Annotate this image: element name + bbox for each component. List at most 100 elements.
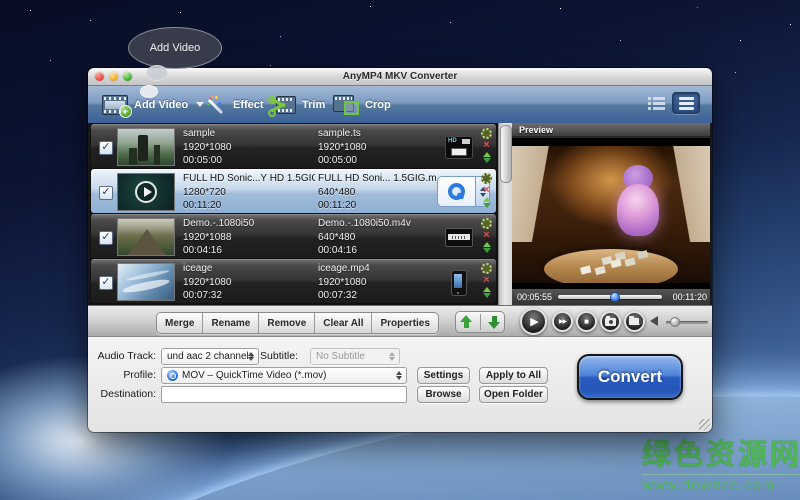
video-row-fullhd-selected[interactable]: ✓ FULL HD Sonic...Y HD 1.5GIG 1280*720 0… xyxy=(91,169,496,213)
fast-forward-button[interactable]: ▶▶ xyxy=(552,311,573,332)
source-duration: 00:04:16 xyxy=(183,244,315,258)
move-down-icon xyxy=(483,158,491,163)
output-duration: 00:04:16 xyxy=(318,244,436,258)
row-checkbox[interactable]: ✓ xyxy=(99,231,113,245)
stars xyxy=(30,10,31,11)
snapshot-button[interactable] xyxy=(600,311,621,332)
output-info: iceage.mp4 1920*1080 00:07:32 xyxy=(318,262,436,303)
row-checkbox[interactable]: ✓ xyxy=(99,276,113,290)
open-folder-button[interactable]: Open Folder xyxy=(479,386,548,403)
title-bar[interactable]: AnyMP4 MKV Converter xyxy=(88,68,712,86)
move-down-icon xyxy=(483,203,491,208)
convert-button[interactable]: Convert xyxy=(577,354,683,400)
resize-grip[interactable] xyxy=(699,419,710,430)
effect-label: Effect xyxy=(233,99,264,111)
content-area: ✓ sample 1920*1080 00:05:00 sample.ts 19… xyxy=(88,123,712,305)
volume-slider[interactable] xyxy=(666,321,708,324)
add-video-label: Add Video xyxy=(134,99,188,111)
subtitle-select[interactable]: No Subtitle xyxy=(310,348,400,365)
play-overlay-icon[interactable] xyxy=(135,181,157,203)
app-window: AnyMP4 MKV Converter + Add Video Effect … xyxy=(88,68,712,432)
reorder-buttons xyxy=(455,311,505,333)
list-scrollbar[interactable] xyxy=(498,123,512,305)
quicktime-icon xyxy=(437,176,476,207)
stop-button[interactable]: ■ xyxy=(576,311,597,332)
thumbnail-view-button[interactable] xyxy=(648,96,665,110)
add-video-icon: + xyxy=(102,95,128,115)
row-settings-gear-icon[interactable] xyxy=(481,218,492,229)
preview-timebar: 00:05:55 00:11:20 xyxy=(512,289,710,305)
clear-all-button[interactable]: Clear All xyxy=(315,313,372,333)
watermark-url: www.downcc.com xyxy=(642,474,800,494)
row-settings-gear-icon[interactable] xyxy=(481,263,492,274)
preview-panel-title: Preview xyxy=(512,123,710,137)
tooltip-label: Add Video xyxy=(150,42,201,54)
fast-forward-icon: ▶▶ xyxy=(559,318,566,325)
move-down-icon xyxy=(483,293,491,298)
settings-button[interactable]: Settings xyxy=(417,367,470,384)
settings-panel: Audio Track: und aac 2 channels Subtitle… xyxy=(88,337,712,432)
source-name: iceage xyxy=(183,262,315,276)
camera-icon xyxy=(605,318,616,326)
properties-button[interactable]: Properties xyxy=(372,313,437,333)
play-button[interactable]: ▶ xyxy=(520,308,547,335)
browse-button[interactable]: Browse xyxy=(417,386,470,403)
rename-button[interactable]: Rename xyxy=(203,313,259,333)
source-info: FULL HD Sonic...Y HD 1.5GIG 1280*720 00:… xyxy=(183,172,315,213)
effect-button[interactable]: Effect xyxy=(205,91,264,118)
move-down-icon xyxy=(483,248,491,253)
video-row-sample[interactable]: ✓ sample 1920*1080 00:05:00 sample.ts 19… xyxy=(91,124,496,168)
profile-select[interactable]: MOV – QuickTime Video (*.mov) xyxy=(161,367,407,384)
destination-input[interactable] xyxy=(161,386,407,403)
video-thumbnail xyxy=(117,128,175,166)
progress-knob[interactable] xyxy=(610,292,620,302)
row-reorder-arrows[interactable] xyxy=(483,287,491,298)
row-reorder-arrows[interactable] xyxy=(483,152,491,163)
merge-button[interactable]: Merge xyxy=(157,313,203,333)
row-reorder-arrows[interactable] xyxy=(483,197,491,208)
scrollbar-thumb[interactable] xyxy=(500,125,512,183)
source-info: Demo.-.1080i50 1920*1088 00:04:16 xyxy=(183,217,315,258)
play-icon: ▶ xyxy=(530,315,538,328)
watermark: 绿色资源网 www.downcc.com xyxy=(642,431,800,494)
profile-label: Profile: xyxy=(94,369,156,381)
row-remove-icon[interactable]: × xyxy=(483,184,489,196)
row-remove-icon[interactable]: × xyxy=(483,274,489,286)
row-checkbox[interactable]: ✓ xyxy=(99,141,113,155)
move-up-icon xyxy=(483,197,491,202)
progress-slider[interactable] xyxy=(558,295,662,299)
output-resolution: 1920*1080 xyxy=(318,276,436,290)
output-name: Demo.-.1080i50.m4v xyxy=(318,217,436,231)
trim-button[interactable]: Trim xyxy=(270,91,325,118)
preview-video[interactable] xyxy=(512,138,710,289)
move-up-button[interactable] xyxy=(460,315,473,329)
stop-icon: ■ xyxy=(584,317,589,326)
row-remove-icon[interactable]: × xyxy=(483,139,489,151)
video-list: ✓ sample 1920*1080 00:05:00 sample.ts 19… xyxy=(90,123,498,305)
output-name: sample.ts xyxy=(318,127,436,141)
row-reorder-arrows[interactable] xyxy=(483,242,491,253)
crop-button[interactable]: Crop xyxy=(333,91,391,118)
total-time: 00:11:20 xyxy=(673,292,707,302)
output-name: iceage.mp4 xyxy=(318,262,436,276)
apply-to-all-button[interactable]: Apply to All xyxy=(479,367,548,384)
video-row-iceage[interactable]: ✓ iceage 1920*1080 00:07:32 iceage.mp4 1… xyxy=(91,259,496,303)
speaker-icon xyxy=(650,316,658,326)
source-resolution: 1920*1080 xyxy=(183,141,315,155)
move-down-button[interactable] xyxy=(488,315,501,329)
destination-label: Destination: xyxy=(94,388,156,400)
row-settings-gear-icon[interactable] xyxy=(481,173,492,184)
row-checkbox[interactable]: ✓ xyxy=(99,186,113,200)
row-remove-icon[interactable]: × xyxy=(483,229,489,241)
effect-icon xyxy=(205,95,227,115)
output-resolution: 640*480 xyxy=(318,186,436,200)
remove-button[interactable]: Remove xyxy=(259,313,315,333)
detail-view-button[interactable] xyxy=(672,92,700,114)
video-row-demo[interactable]: ✓ Demo.-.1080i50 1920*1088 00:04:16 Demo… xyxy=(91,214,496,258)
volume-knob[interactable] xyxy=(670,317,680,327)
add-video-tooltip: Add Video xyxy=(128,27,222,69)
quicktime-mini-icon xyxy=(167,370,178,381)
output-info: FULL HD Soni... 1.5GIG.mov 640*480 00:11… xyxy=(318,172,436,213)
row-settings-gear-icon[interactable] xyxy=(481,128,492,139)
crop-icon xyxy=(333,95,359,115)
